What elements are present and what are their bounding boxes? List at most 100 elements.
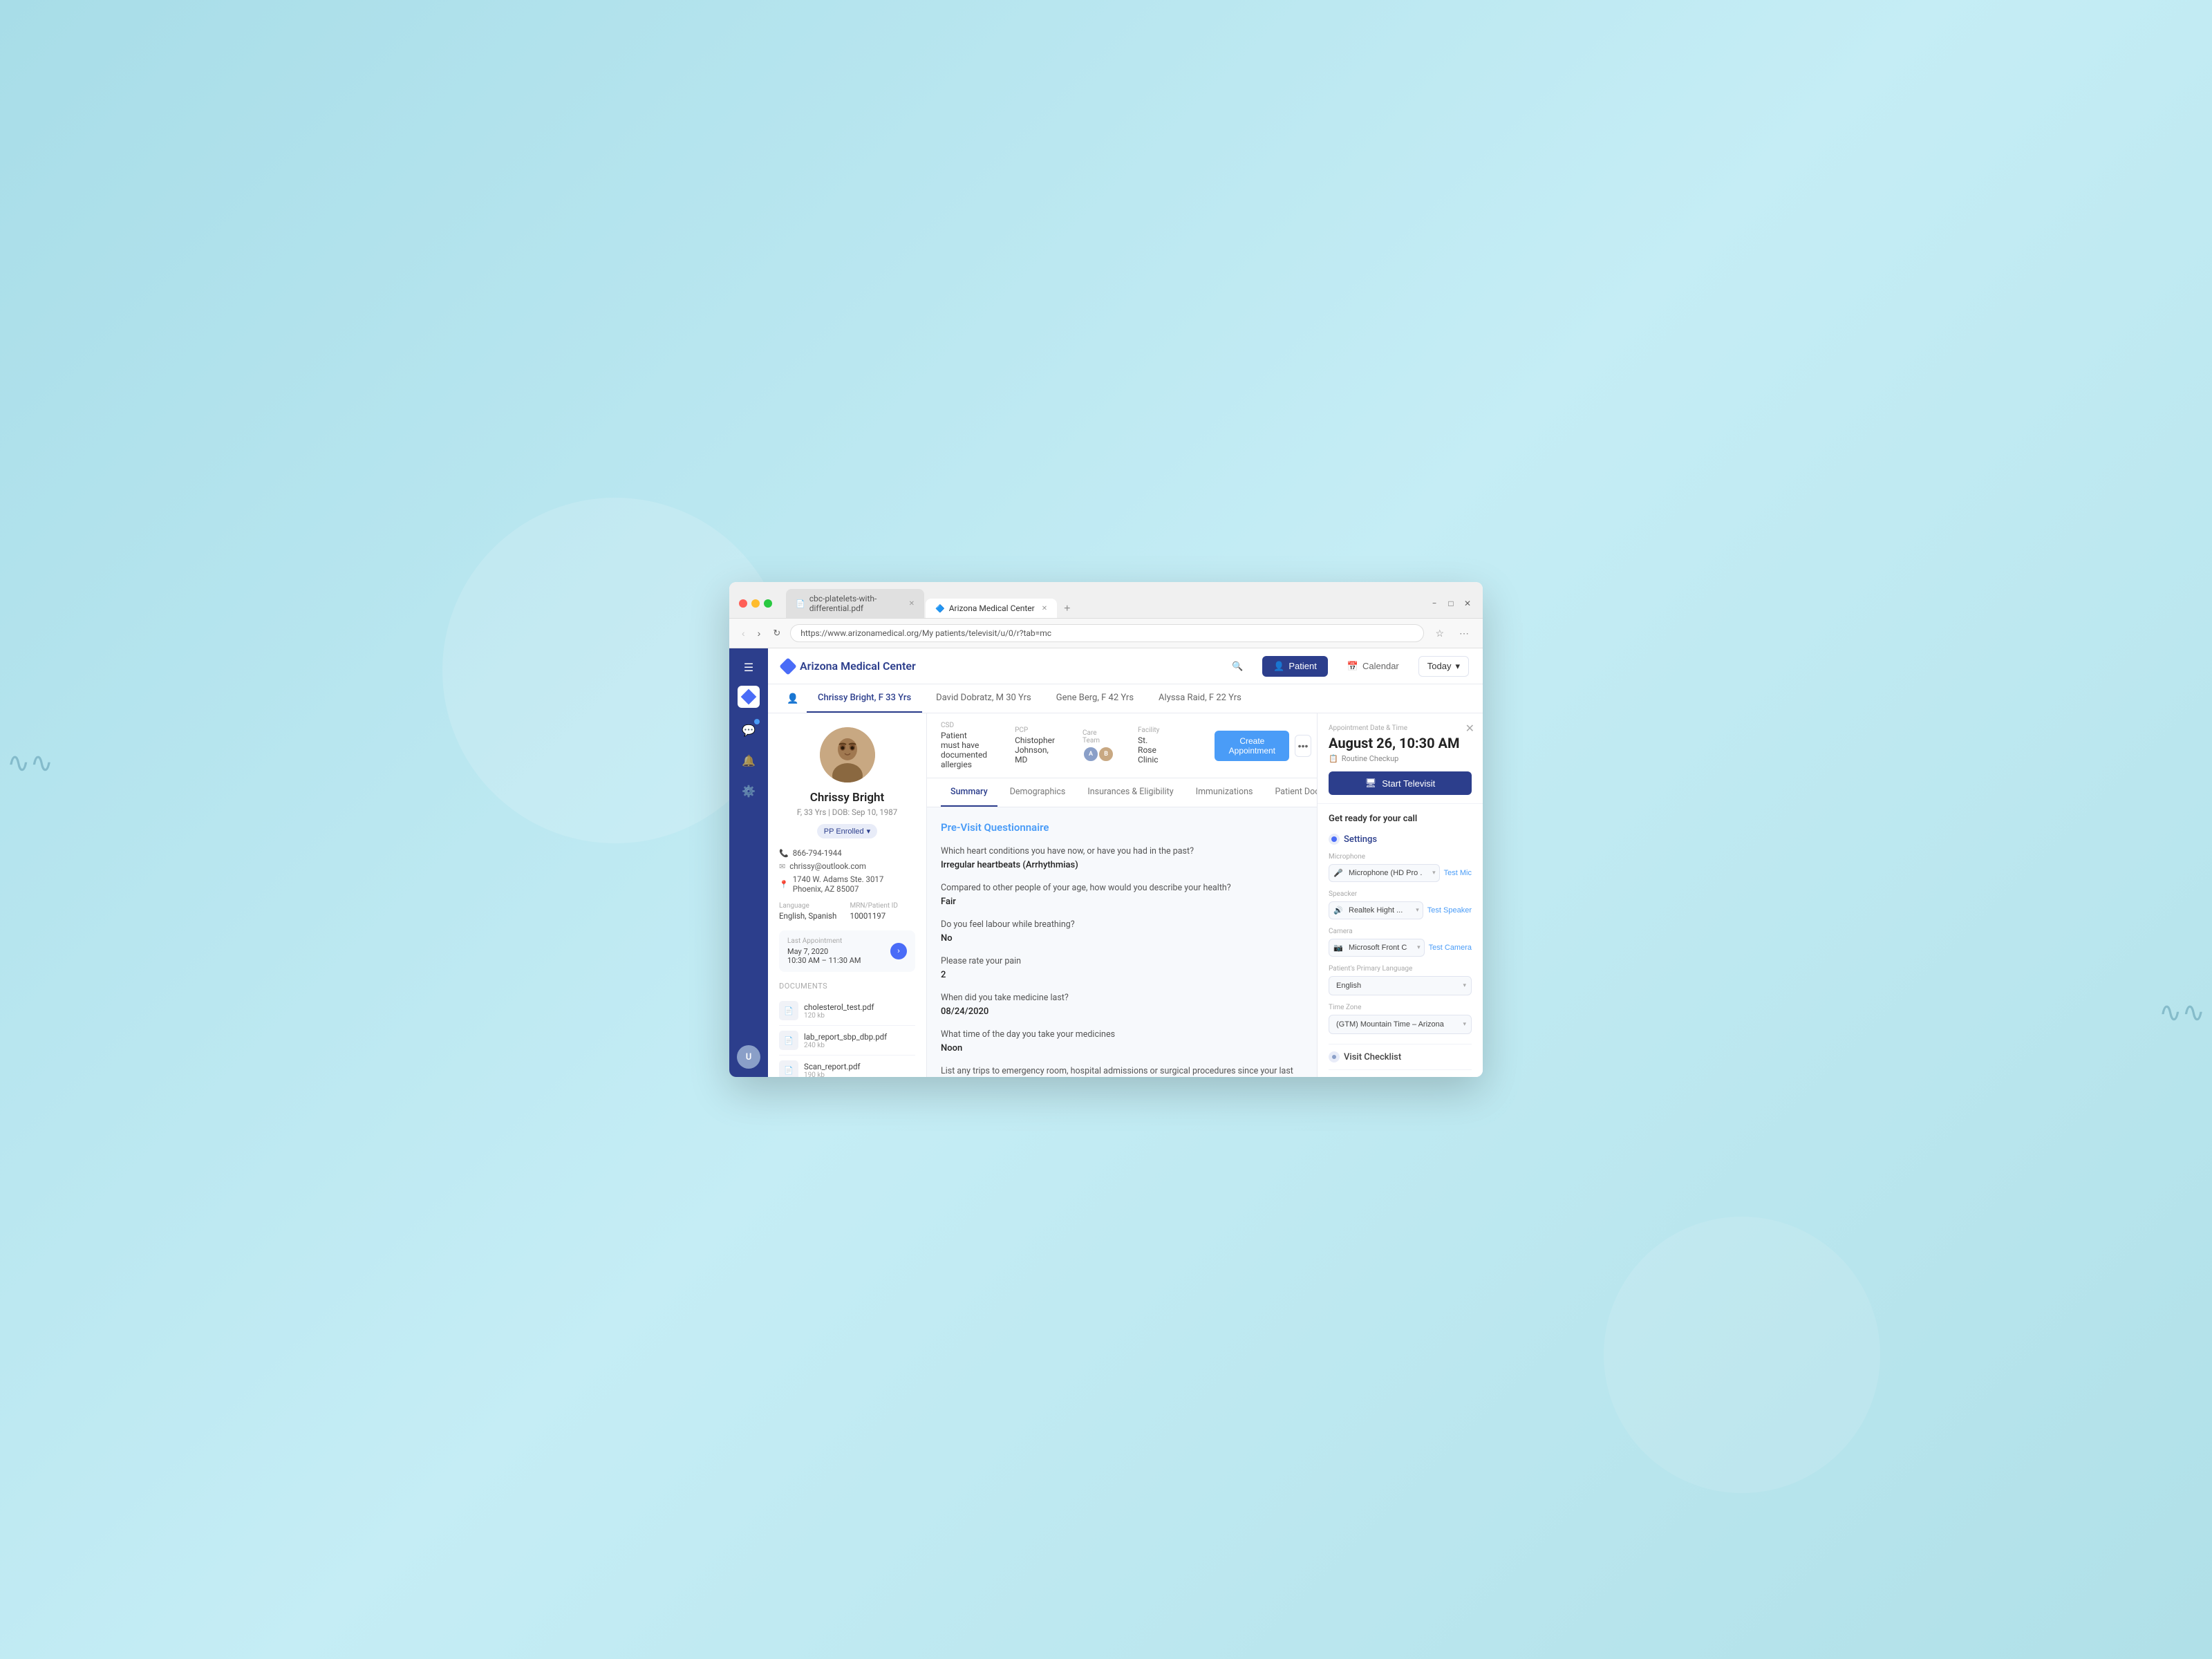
win-minimize[interactable]: − [1429,598,1440,609]
patients-consent-item[interactable]: Patient's Consent [1329,1069,1472,1077]
patient-tab-gene[interactable]: Gene Berg, F 42 Yrs [1045,684,1145,713]
phone-row: 📞 866-794-1944 [779,848,915,858]
speaker-label: Speacker [1329,890,1472,898]
tab-demographics[interactable]: Demographics [1000,778,1076,807]
test-camera-button[interactable]: Test Camera [1429,944,1472,952]
visit-checklist-item[interactable]: Visit Checklist [1329,1044,1472,1069]
lang-select-wrap: English ▾ [1329,976,1472,995]
start-televisit-button[interactable]: 🖥 Start Televisit [1329,771,1472,795]
microphone-select[interactable]: Microphone (HD Pro ... [1329,864,1440,882]
tab-immunizations[interactable]: Immunizations [1186,778,1263,807]
amc-tab-label: Arizona Medical Center [949,603,1035,613]
user-avatar[interactable]: U [737,1045,760,1069]
browser-maximize-btn[interactable] [764,599,772,608]
test-mic-button[interactable]: Test Mic [1444,869,1472,877]
browser-minimize-btn[interactable] [751,599,760,608]
speaker-icon: 🔊 [1333,906,1343,915]
document-item-2[interactable]: 📄 Scan_report.pdf 190 kb [779,1056,915,1077]
today-button[interactable]: Today ▾ [1418,656,1469,677]
app-logo-icon [779,657,796,675]
facility-label: Facility [1138,727,1159,734]
document-item-0[interactable]: 📄 cholesterol_test.pdf 120 kb [779,996,915,1026]
win-restore[interactable]: □ [1445,598,1456,609]
url-text: https://www.arizonamedical.org/My patien… [800,628,1414,638]
facility-value: St. Rose Clinic [1138,735,1159,765]
browser-window: 📄 cbc-platelets-with-differential.pdf ✕ … [729,582,1483,1077]
browser-more-button[interactable]: ⋯ [1455,626,1473,641]
patient-tab-chrissy[interactable]: Chrissy Bright, F 33 Yrs [807,684,922,713]
sidebar-item-chat[interactable]: 💬 [735,716,762,744]
patient-tab-alyssa[interactable]: Alyssa Raid, F 22 Yrs [1147,684,1253,713]
pp-badge-wrap: PP Enrolled ▾ [779,824,915,838]
pdf-tab-label: cbc-platelets-with-differential.pdf [809,594,902,613]
last-appointment: Last Appointment May 7, 2020 10:30 AM – … [779,930,915,972]
csd-label: CSD [941,722,987,729]
sidebar-logo [738,686,760,708]
patient-lang-select[interactable]: English [1329,976,1472,995]
forward-button[interactable]: › [755,626,764,640]
settings-header[interactable]: Settings [1329,834,1472,845]
doc-info-0: cholesterol_test.pdf 120 kb [804,1002,874,1020]
browser-close-btn[interactable] [739,599,747,608]
bookmark-button[interactable]: ☆ [1431,626,1448,641]
mrn-value: 10001197 [850,911,916,921]
timezone-row: Time Zone (GTM) Mountain Time – Arizona … [1329,1004,1472,1034]
question-text-4: When did you take medicine last? [941,993,1303,1003]
tab-insurances[interactable]: Insurances & Eligibility [1078,778,1183,807]
pdf-tab-close[interactable]: ✕ [909,600,915,608]
camera-select-wrap: 📷 Microsoft Front Camera ▾ [1329,939,1425,957]
pp-badge-chevron: ▾ [867,827,871,836]
facility-group: Facility St. Rose Clinic [1138,727,1159,765]
doc-name-0: cholesterol_test.pdf [804,1002,874,1012]
appointment-navigate-button[interactable]: › [890,943,907,959]
sidebar-item-notifications[interactable]: 🔔 [735,747,762,774]
create-appointment-button[interactable]: Create Appointment [1215,731,1289,761]
settings-label: Settings [1344,834,1377,845]
patient-card: Chrissy Bright F, 33 Yrs | DOB: Sep 10, … [768,713,927,1077]
patient-list-icon[interactable]: 👤 [782,688,804,710]
last-appt-date: May 7, 2020 [787,947,861,956]
tab-patient-docs[interactable]: Patient Docum... [1265,778,1317,807]
doc-size-0: 120 kb [804,1012,874,1020]
ready-title: Get ready for your call [1329,814,1472,824]
pcp-group: PCP Chistopher Johnson, MD [1015,727,1055,765]
appointment-panel-close[interactable]: ✕ [1465,722,1474,735]
appointment-panel-header: ✕ Appointment Date & Time August 26, 10:… [1318,713,1483,804]
patient-button[interactable]: 👤 Patient [1262,656,1328,677]
pdf-tab-icon: 📄 [796,599,805,608]
search-button[interactable]: 🔍 [1224,657,1251,676]
patient-gender-age: F, 33 Yrs | [797,807,832,817]
patient-avatar [820,727,875,782]
document-item-1[interactable]: 📄 lab_report_sbp_dbp.pdf 240 kb [779,1026,915,1056]
action-buttons: Create Appointment ••• [1215,731,1311,761]
browser-tab-pdf[interactable]: 📄 cbc-platelets-with-differential.pdf ✕ [786,589,924,618]
browser-tab-amc[interactable]: 🔷 Arizona Medical Center ✕ [926,599,1057,618]
timezone-select[interactable]: (GTM) Mountain Time – Arizona [1329,1015,1472,1034]
phone-value: 866-794-1944 [793,848,842,858]
location-icon: 📍 [779,880,789,889]
calendar-button[interactable]: 📅 Calendar [1339,657,1407,676]
tab-summary[interactable]: Summary [941,778,997,807]
mrn-cell: MRN/Patient ID 10001197 [850,902,916,921]
new-tab-button[interactable]: + [1058,600,1076,618]
csd-value: Patient must have documented allergies [941,731,987,769]
test-speaker-button[interactable]: Test Speaker [1427,906,1472,915]
main-area: Arizona Medical Center 🔍 👤 Patient 📅 Cal… [768,648,1483,1077]
language-label: Language [779,902,845,910]
pp-enrolled-badge[interactable]: PP Enrolled ▾ [817,824,877,838]
more-actions-button[interactable]: ••• [1295,735,1311,757]
patient-tab-david[interactable]: David Dobratz, M 30 Yrs [925,684,1042,713]
sidebar-item-settings[interactable]: ⚙️ [735,777,762,805]
amc-tab-close[interactable]: ✕ [1042,605,1047,612]
today-label: Today [1427,661,1452,671]
care-avatar-1: A [1082,746,1099,762]
language-cell: Language English, Spanish [779,902,845,921]
refresh-button[interactable]: ↻ [770,626,783,640]
back-button[interactable]: ‹ [739,626,748,640]
timezone-select-wrap: (GTM) Mountain Time – Arizona ▾ [1329,1015,1472,1034]
calendar-label: Calendar [1362,661,1399,671]
win-close[interactable]: ✕ [1462,598,1473,609]
hamburger-button[interactable]: ☰ [740,657,758,679]
phone-icon: 📞 [779,849,789,858]
chat-icon: 💬 [742,724,756,737]
